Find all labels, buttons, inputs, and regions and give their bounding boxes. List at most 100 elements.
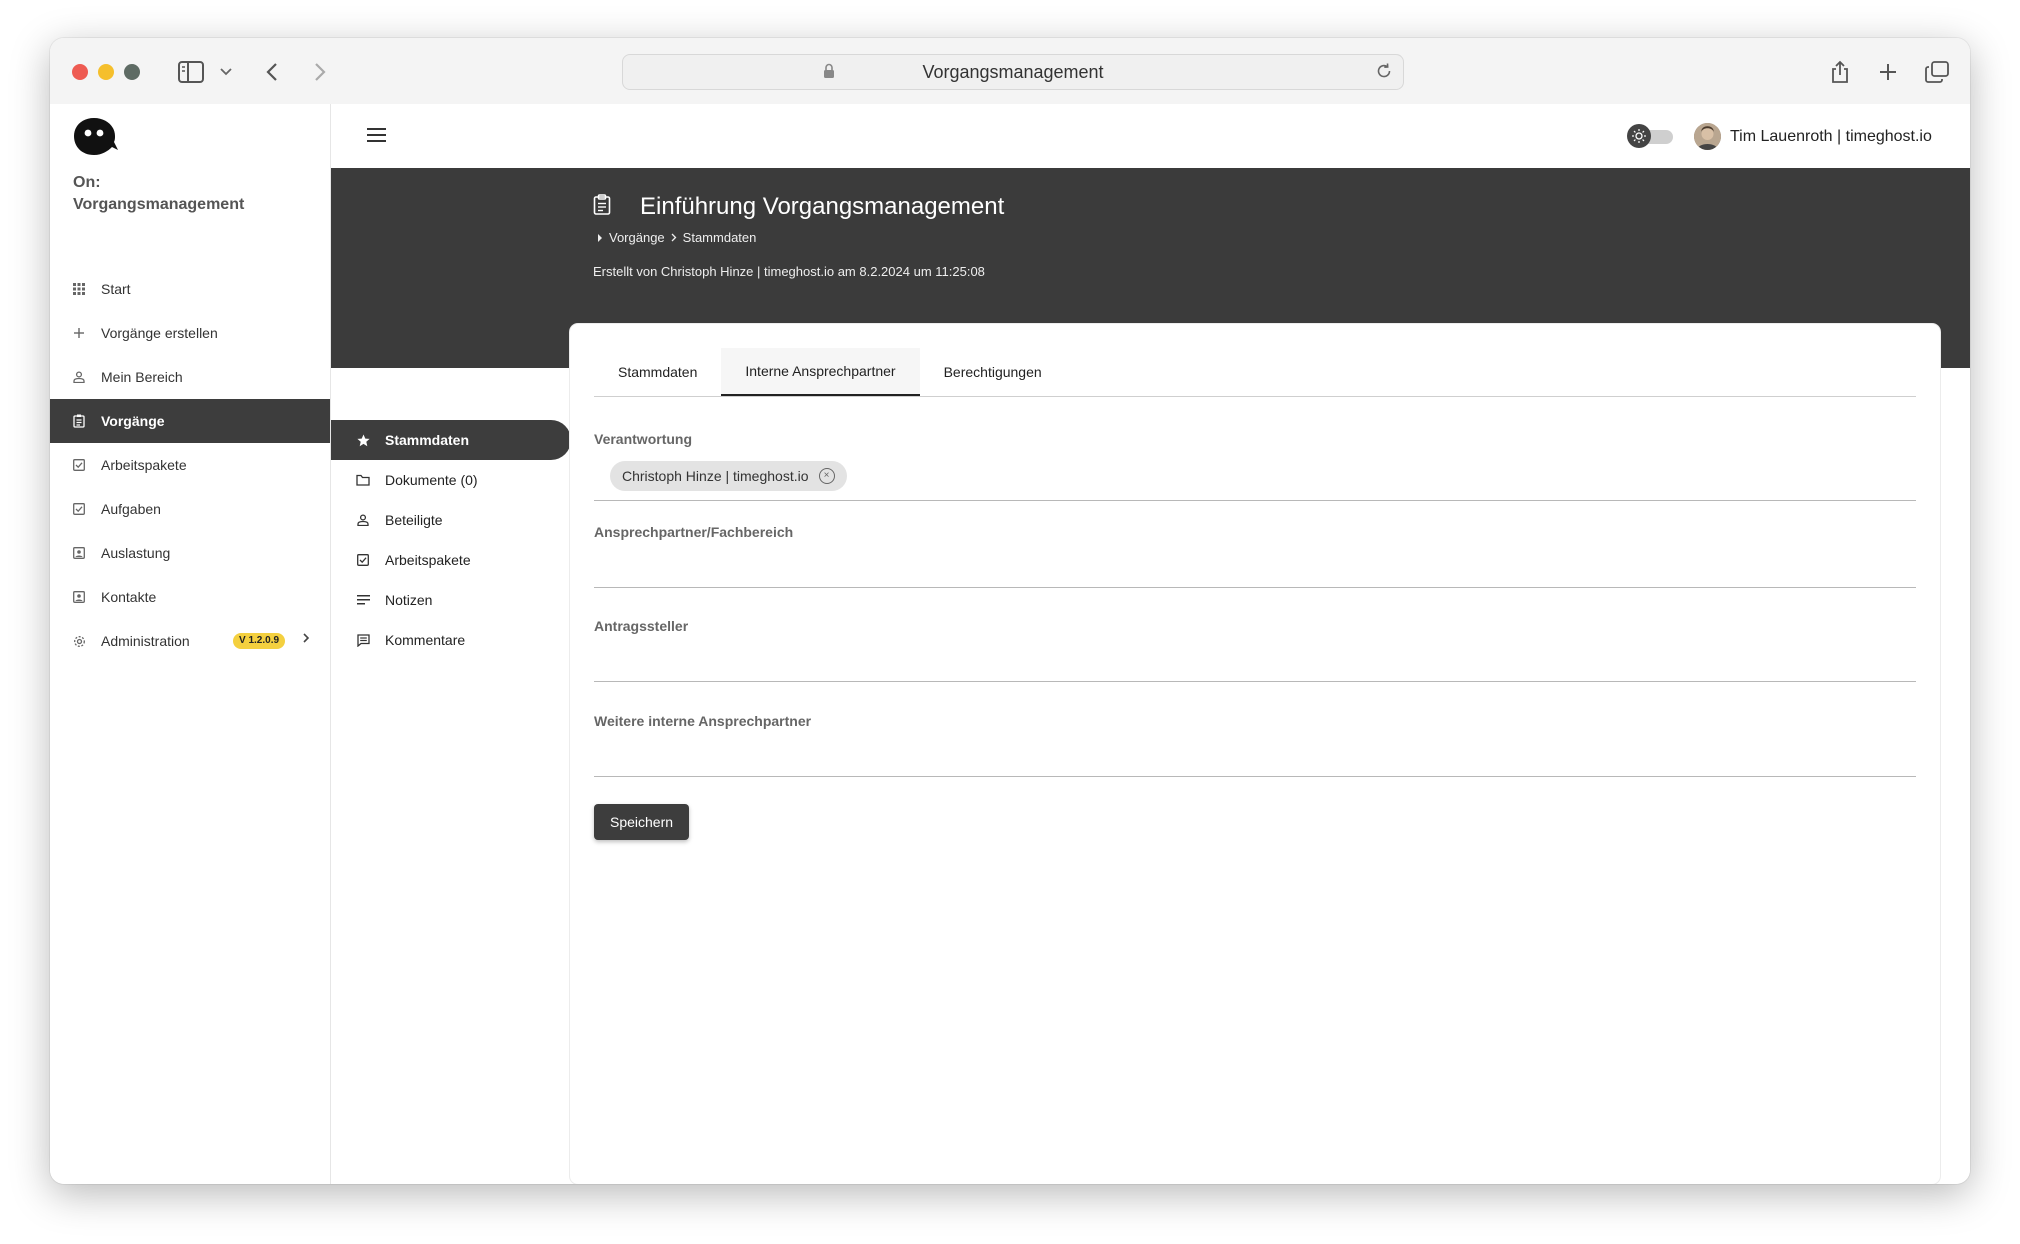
subnav-item-label: Kommentare [385,632,466,648]
sidebar-item-auslastung[interactable]: Auslastung [50,531,330,575]
antragsteller-field[interactable]: Antragssteller [594,618,1916,682]
address-text: Vorgangsmanagement [922,61,1104,82]
app-title-line2: Vorgangsmanagement [73,196,245,213]
subnav-item-notizen[interactable]: Notizen [331,580,571,620]
sidebar-item-label: Vorgänge [101,413,165,429]
sidebar-item-arbeitspakete[interactable]: Arbeitspakete [50,443,330,487]
avatar[interactable] [1694,123,1721,150]
tab-stammdaten[interactable]: Stammdaten [594,348,721,396]
subnav-item-label: Beteiligte [385,512,443,528]
chevron-right-icon [671,230,677,245]
new-tab-icon[interactable] [1876,58,1900,86]
app-title-line1: On: [73,174,101,191]
browser-window: Vorgangsmanagement On: Vorgangsmanagemen… [50,38,1970,1184]
user-name[interactable]: Tim Lauenroth | timeghost.io [1730,128,1932,146]
remove-chip-icon[interactable]: × [818,468,835,484]
forward-icon[interactable] [310,58,330,86]
sidebar-item-label: Auslastung [101,545,171,561]
subnav-item-label: Dokumente (0) [385,472,478,488]
detail-card: Stammdaten Interne Ansprechpartner Berec… [570,324,1940,1184]
comment-icon [353,633,373,647]
app-title: On: Vorgangsmanagement [73,172,244,216]
checkbox-icon [353,554,373,566]
sidebar-item-label: Start [101,281,131,297]
tab-bar: Stammdaten Interne Ansprechpartner Berec… [594,348,1916,397]
sidebar-item-start[interactable]: Start [50,267,330,311]
field-underline [594,681,1916,682]
field-label: Ansprechpartner/Fachbereich [594,524,794,540]
field-label: Verantwortung [594,431,693,447]
ansprechpartner-field[interactable]: Ansprechpartner/Fachbereich [594,524,1916,588]
ghost-logo-icon[interactable] [72,116,120,163]
app-topbar: Tim Lauenroth | timeghost.io [331,104,1970,168]
tab-overview-icon[interactable] [1924,58,1950,86]
tab-berechtigungen[interactable]: Berechtigungen [920,348,1066,396]
subnav-item-arbeitspakete[interactable]: Arbeitspakete [331,540,571,580]
sidebar-item-label: Mein Bereich [101,369,183,385]
minimize-window-button[interactable] [98,64,114,80]
user-chip[interactable]: Christoph Hinze | timeghost.io × [610,461,847,491]
chevron-right-icon[interactable] [302,631,310,647]
address-bar[interactable]: Vorgangsmanagement [622,54,1404,90]
sidebar-toggle-icon[interactable] [176,58,206,86]
grid-icon [67,283,91,295]
subnav-item-label: Arbeitspakete [385,552,471,568]
sidebar-item-kontakte[interactable]: Kontakte [50,575,330,619]
field-underline [594,500,1916,501]
sidebar-item-administration[interactable]: Administration V 1.2.0.9 [50,619,330,663]
sidebar-nav: Start Vorgänge erstellen Mein Bereich Vo… [50,267,330,663]
subnav-item-label: Stammdaten [385,432,470,448]
breadcrumb-item[interactable]: Vorgänge [609,230,665,245]
clipboard-icon [593,194,611,221]
tab-label: Interne Ansprechpartner [745,363,896,379]
main-content: Tim Lauenroth | timeghost.io Einführung … [331,104,1970,1184]
star-icon [353,434,373,447]
version-badge: V 1.2.0.9 [233,633,286,649]
checkbox-icon [67,503,91,515]
lock-icon [823,63,835,84]
field-label: Antragssteller [594,618,689,634]
verantwortung-field[interactable]: Verantwortung Christoph Hinze | timeghos… [594,431,1916,501]
breadcrumb: Vorgänge Stammdaten [597,230,756,245]
save-button[interactable]: Speichern [594,804,690,840]
subnav-item-dokumente[interactable]: Dokumente (0) [331,460,571,500]
theme-toggle[interactable] [1627,124,1675,148]
subnav-item-beteiligte[interactable]: Beteiligte [331,500,571,540]
field-underline [594,776,1916,777]
subnav-item-stammdaten[interactable]: Stammdaten [331,420,571,460]
subnav-item-kommentare[interactable]: Kommentare [331,620,571,660]
field-underline [594,587,1916,588]
subnav-item-label: Notizen [385,592,433,608]
page-title: Einführung Vorgangsmanagement [640,193,1005,220]
created-info: Erstellt von Christoph Hinze | timeghost… [593,264,985,279]
sidebar-item-vorgaenge-erstellen[interactable]: Vorgänge erstellen [50,311,330,355]
weitere-ansprechpartner-field[interactable]: Weitere interne Ansprechpartner [594,713,1916,777]
checkbox-icon [67,459,91,471]
menu-icon[interactable] [367,128,387,147]
notes-icon [353,595,373,605]
sidebar-item-vorgaenge[interactable]: Vorgänge [50,399,330,443]
sidebar-item-mein-bereich[interactable]: Mein Bereich [50,355,330,399]
contact-card-icon [67,591,91,603]
sun-icon [1627,124,1651,148]
sidebar-item-aufgaben[interactable]: Aufgaben [50,487,330,531]
tab-interne-ansprechpartner[interactable]: Interne Ansprechpartner [721,348,920,396]
chevron-down-icon[interactable] [218,58,234,86]
detail-subnav: Stammdaten Dokumente (0) Beteiligte Arbe… [331,420,571,660]
sidebar-item-label: Administration [101,633,190,649]
back-icon[interactable] [262,58,282,86]
sidebar-item-label: Arbeitspakete [101,457,187,473]
caret-right-icon [597,230,603,245]
person-icon [353,514,373,526]
tab-label: Stammdaten [618,364,698,380]
sidebar: On: Vorgangsmanagement Start Vorgänge er… [50,104,331,1184]
zoom-window-button[interactable] [124,64,140,80]
contact-card-icon [67,547,91,559]
gear-icon [67,635,91,648]
sidebar-item-label: Vorgänge erstellen [101,325,218,341]
breadcrumb-item[interactable]: Stammdaten [683,230,757,245]
share-icon[interactable] [1828,58,1852,86]
sidebar-item-label: Aufgaben [101,501,161,517]
close-window-button[interactable] [72,64,88,80]
reload-icon[interactable] [1375,62,1393,85]
